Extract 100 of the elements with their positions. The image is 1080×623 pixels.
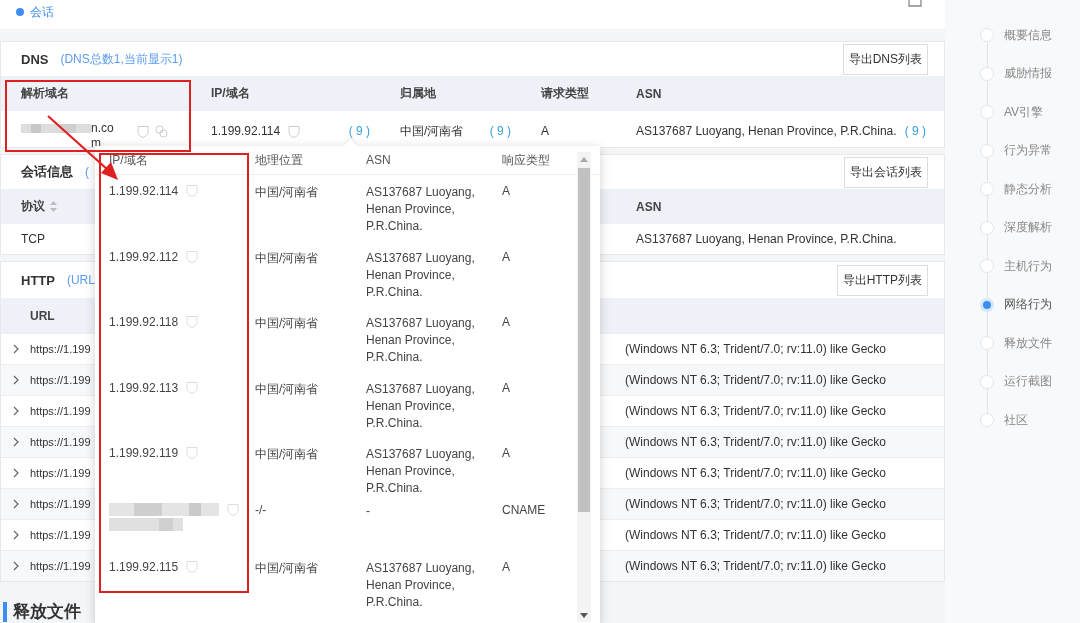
count-note: (DNS总数1,当前显示1) — [60, 50, 183, 68]
type-text: A — [502, 249, 511, 264]
nav-label[interactable]: 概要信息 — [1004, 26, 1052, 44]
user-agent-text: (Windows NT 6.3; Trident/7.0; rv:11.0) like Gecko — [625, 404, 887, 418]
url-text: https://1.199 — [30, 498, 92, 510]
shield-icon[interactable] — [186, 380, 199, 394]
asn-text: AS137687 Luoyang, Henan Province, P.R.China. — [366, 315, 476, 366]
asn-text: AS137687 Luoyang, Henan Province, P.R.China. — [366, 446, 476, 497]
nav-item[interactable]: 威胁情报 — [980, 54, 1080, 93]
nav-item[interactable]: 社区 — [980, 401, 1080, 440]
column-header: ASN — [366, 153, 392, 167]
column-header: 解析域名 — [21, 85, 70, 102]
user-agent-text: (Windows NT 6.3; Trident/7.0; rv:11.0) like Gecko — [625, 342, 887, 356]
chevron-icon[interactable] — [13, 561, 19, 571]
user-agent-text: (Windows NT 6.3; Trident/7.0; rv:11.0) like Gecko — [625, 497, 887, 511]
shield-icon[interactable] — [186, 249, 199, 263]
shield-icon[interactable] — [186, 315, 199, 328]
shield-icon[interactable] — [186, 559, 199, 573]
type-text: A — [502, 446, 511, 460]
nav-label[interactable]: AV引擎 — [1004, 103, 1044, 121]
column-header: IP/域名 — [109, 151, 149, 169]
download-icon[interactable] — [908, 0, 922, 8]
count-link[interactable]: ( 9 ) — [348, 124, 370, 138]
column-header: ASN — [636, 86, 663, 101]
shield-icon[interactable] — [186, 446, 199, 459]
ip-text: 1.199.92.112 — [109, 249, 179, 264]
nav-label[interactable]: 主机行为 — [1004, 257, 1052, 275]
section-heading: 释放文件 — [13, 601, 81, 623]
scrollbar[interactable] — [577, 152, 591, 622]
column-header: 地理位置 — [255, 151, 304, 169]
chevron-icon[interactable] — [13, 437, 19, 447]
url-text: https://1.199 — [30, 405, 92, 417]
nav-label[interactable]: 释放文件 — [1004, 334, 1052, 352]
session-link[interactable]: 会话 — [30, 4, 54, 21]
asn-text: AS137687 Luoyang, Henan Province, P.R.China. — [636, 124, 897, 138]
url-text: https://1.199 — [30, 467, 92, 479]
column-header: 响应类型 — [502, 151, 551, 169]
nav-item[interactable]: AV引擎 — [980, 93, 1080, 132]
nav-label[interactable]: 社区 — [1004, 411, 1028, 429]
export-button[interactable]: 导出会话列表 — [844, 156, 928, 188]
scroll-up-icon[interactable] — [580, 157, 588, 162]
chevron-icon[interactable] — [13, 530, 19, 540]
column-header: 请求类型 — [541, 85, 590, 102]
url-text: https://1.199 — [30, 560, 92, 572]
nav-label[interactable]: 网络行为 — [1004, 296, 1052, 314]
url-text: https://1.199 — [30, 343, 92, 355]
count-note: (URL — [66, 273, 95, 287]
nav-item[interactable]: 主机行为 — [980, 247, 1080, 286]
chevron-icon[interactable] — [13, 344, 19, 354]
location-text: -/- — [255, 502, 268, 517]
scroll-down-icon[interactable] — [580, 613, 588, 618]
url-text: https://1.199 — [30, 436, 92, 448]
url-text: https://1.199 — [30, 529, 92, 541]
nav-item[interactable]: 运行截图 — [980, 362, 1080, 401]
section-title: DNS — [21, 51, 49, 67]
user-agent-text: (Windows NT 6.3; Trident/7.0; rv:11.0) like Gecko — [625, 559, 887, 573]
location-text: 中国/河南省 — [255, 184, 320, 201]
type-text: A — [502, 559, 511, 574]
nav-item[interactable]: 静态分析 — [980, 170, 1080, 209]
count-link[interactable]: ( 9 ) — [904, 124, 926, 138]
chevron-icon[interactable] — [13, 406, 19, 416]
location-text: 中国/河南省 — [255, 249, 320, 267]
nav-label[interactable]: 威胁情报 — [1004, 65, 1052, 83]
asn-text: AS137687 Luoyang, Henan Province, P.R.China. — [366, 184, 476, 235]
export-button[interactable]: 导出DNS列表 — [842, 43, 928, 75]
shield-icon[interactable] — [186, 184, 199, 197]
count-link[interactable]: ( 9 ) — [489, 124, 511, 138]
url-text: https://1.199 — [30, 374, 92, 386]
column-header[interactable]: 协议 — [21, 198, 45, 215]
section-marker — [3, 601, 7, 622]
shield-icon[interactable] — [227, 502, 239, 516]
shield-icon[interactable] — [137, 124, 149, 138]
chevron-icon[interactable] — [13, 375, 19, 385]
export-button[interactable]: 导出HTTP列表 — [836, 264, 928, 296]
nav-item[interactable]: 深度解析 — [980, 208, 1080, 247]
asn-text: - — [366, 502, 371, 520]
sort-icon[interactable] — [50, 201, 57, 212]
nav-item[interactable]: 概要信息 — [980, 16, 1080, 55]
ip-text: 1.199.92.114 — [211, 124, 281, 138]
protocol-text: TCP — [21, 232, 46, 246]
asn-text: AS137687 Luoyang, Henan Province, P.R.China. — [636, 232, 898, 246]
count-note: ( — [85, 165, 89, 179]
type-text: CNAME — [502, 502, 547, 517]
ip-text: 1.199.92.119 — [109, 446, 179, 460]
chevron-icon[interactable] — [13, 499, 19, 509]
user-agent-text: (Windows NT 6.3; Trident/7.0; rv:11.0) like Gecko — [625, 435, 887, 449]
location-text: 中国/河南省 — [400, 122, 464, 140]
nav-label[interactable]: 深度解析 — [1004, 219, 1052, 237]
copy-icon[interactable] — [155, 124, 168, 138]
nav-item[interactable]: 释放文件 — [980, 324, 1080, 363]
shield-icon[interactable] — [288, 124, 301, 138]
ip-text: 1.199.92.118 — [109, 315, 179, 329]
nav-item[interactable]: 网络行为 — [980, 285, 1080, 324]
type-text: A — [502, 315, 511, 329]
asn-text: AS137687 Luoyang, Henan Province, P.R.China. — [366, 380, 476, 432]
chevron-icon[interactable] — [13, 468, 19, 478]
nav-label[interactable]: 运行截图 — [1004, 373, 1052, 391]
nav-label[interactable]: 静态分析 — [1004, 180, 1052, 198]
nav-label[interactable]: 行为异常 — [1004, 142, 1052, 160]
nav-item[interactable]: 行为异常 — [980, 131, 1080, 170]
